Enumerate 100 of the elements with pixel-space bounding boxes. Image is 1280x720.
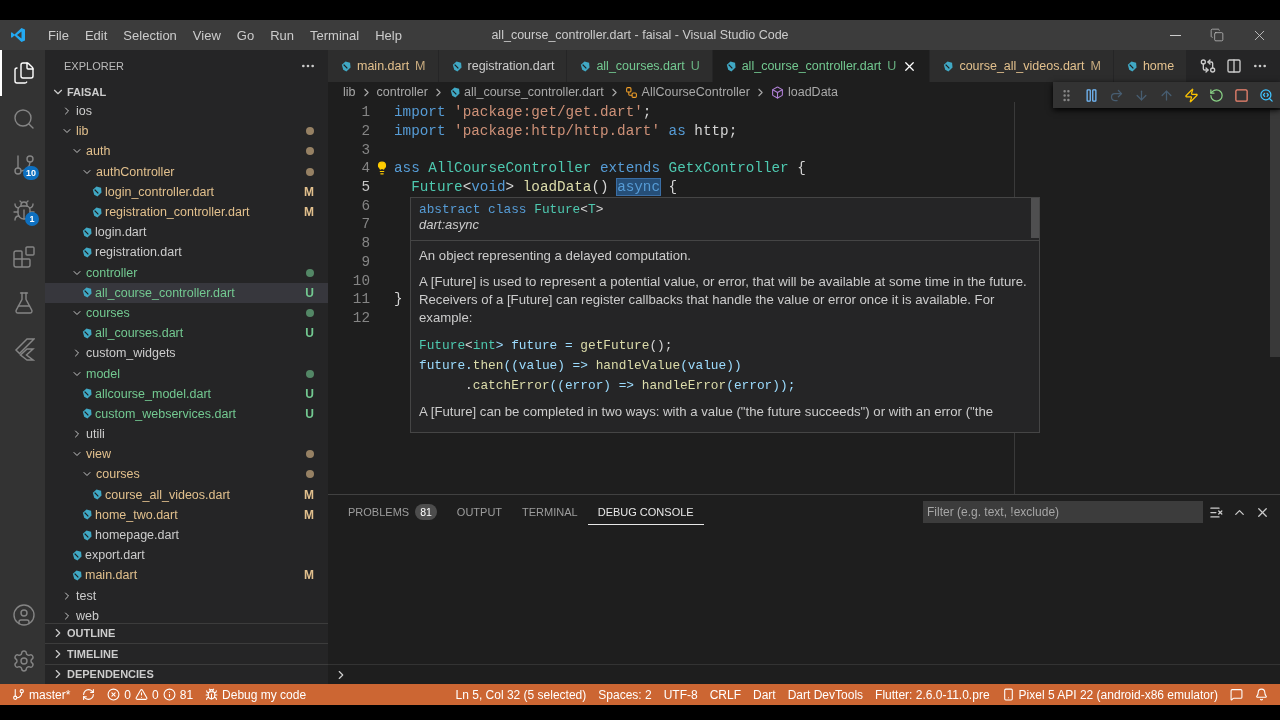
source-control-button[interactable]: 10	[0, 142, 45, 188]
minimize-icon	[1169, 34, 1181, 36]
editor-tab[interactable]: all_course_controller.dart U	[712, 50, 931, 82]
tree-item[interactable]: all_courses.dart U	[45, 323, 328, 344]
device-status[interactable]: Pixel 5 API 22 (android-x86 emulator)	[995, 687, 1224, 702]
restore-icon	[1210, 28, 1224, 42]
editor-tab[interactable]: course_all_videos.dart M	[930, 50, 1114, 82]
section-header[interactable]: DEPENDENCIES	[67, 668, 154, 681]
line-number: 6	[360, 197, 370, 214]
file-name: allcourse_model.dart	[95, 386, 212, 401]
menu-item[interactable]: View	[184, 27, 229, 43]
file-name: login.dart	[95, 225, 147, 240]
count-badge: 1	[25, 212, 39, 226]
status-item[interactable]: CRLF	[703, 687, 747, 702]
tree-item[interactable]: custom_widgets	[45, 343, 328, 364]
tree-item[interactable]: all_course_controller.dart U	[45, 282, 328, 303]
tree-item[interactable]: login.dart	[45, 222, 328, 243]
status-item[interactable]: Ln 5, Col 32 (5 selected)	[449, 687, 593, 702]
code-example-line: .catchError((error) => handleError(error));	[464, 377, 796, 393]
dart-file-icon	[340, 60, 351, 72]
tree-item[interactable]: model	[45, 363, 328, 384]
menu-item[interactable]: Selection	[115, 27, 185, 43]
split-editor-icon[interactable]	[1226, 58, 1242, 74]
tree-item[interactable]: registration.dart	[45, 242, 328, 263]
tree-item[interactable]: auth	[45, 141, 328, 162]
menu-item[interactable]: Terminal	[302, 27, 368, 43]
dart-file-icon	[71, 549, 82, 561]
status-item[interactable]: Dart	[747, 687, 782, 702]
tree-item[interactable]: custom_webservices.dart U	[45, 403, 328, 424]
section-header[interactable]: OUTLINE	[67, 627, 116, 640]
dart-file-icon	[91, 186, 102, 198]
tree-item[interactable]: courses	[45, 302, 328, 324]
dart-file-icon	[579, 60, 591, 72]
library-name: dart:async	[419, 217, 479, 232]
tree-item[interactable]: export.dart	[45, 545, 328, 566]
line-number: 1	[360, 104, 370, 121]
tree-item[interactable]: controller	[45, 262, 328, 283]
tree-item[interactable]: main.dart M	[45, 565, 328, 586]
branch-status[interactable]: master*	[6, 687, 77, 702]
breadcrumb[interactable]: AllCourseController	[641, 85, 750, 99]
tree-item[interactable]: courses	[45, 464, 328, 485]
scrollbar-thumb[interactable]	[1270, 110, 1280, 357]
scrollbar-thumb[interactable]	[1031, 198, 1039, 238]
folder-name: lib	[76, 124, 89, 139]
workspace-folder[interactable]: FAISAL	[67, 85, 107, 98]
breadcrumb[interactable]: all_course_controller.dart	[463, 85, 604, 99]
menu-item[interactable]: Help	[367, 27, 410, 43]
tree-item[interactable]: view	[45, 444, 328, 465]
folder-name: authController	[96, 164, 175, 179]
clear-console-icon[interactable]	[1209, 504, 1224, 520]
menu-item[interactable]: File	[40, 27, 77, 43]
editor-tab[interactable]: home	[1113, 50, 1188, 82]
status-item[interactable]: UTF-8	[657, 687, 704, 702]
tree-item[interactable]: authController	[45, 161, 328, 182]
tree-item[interactable]: home_two.dart M	[45, 504, 328, 525]
status-item[interactable]: Dart DevTools	[781, 687, 870, 702]
editor-tab[interactable]: main.dart M	[328, 50, 439, 82]
code-line: import 'package:get/get.dart';	[394, 104, 652, 121]
editor-tab[interactable]: all_courses.dart U	[567, 50, 713, 82]
filter-field[interactable]: Filter (e.g. text, !exclude)	[923, 501, 1203, 523]
menu-item[interactable]: Go	[228, 27, 263, 43]
doc-paragraph: A [Future] is used to represent a potential value, or error, that will be available at some time in the future. Receivers of a [Future] can register callbacks that handle the value or error once it is available. For example:	[419, 273, 1028, 327]
tree-item[interactable]: allcourse_model.dart U	[45, 383, 328, 404]
problems-status[interactable]: 0 0 81	[101, 687, 200, 702]
tree-item[interactable]: homepage.dart	[45, 524, 328, 546]
status-item[interactable]: Flutter: 2.6.0-11.0.pre	[869, 687, 996, 702]
panel-tab[interactable]: TERMINAL	[512, 499, 588, 525]
menu-item[interactable]: Run	[262, 27, 302, 43]
status-item[interactable]: Spaces: 2	[592, 687, 658, 702]
tree-item[interactable]: lib	[45, 121, 328, 142]
tree-item[interactable]: test	[45, 585, 328, 606]
git-status: M	[304, 568, 314, 583]
tree-item[interactable]: web	[45, 605, 328, 623]
panel-tab[interactable]: PROBLEMS 81	[338, 499, 447, 525]
folder-name: web	[76, 608, 99, 623]
lightbulb-icon[interactable]	[375, 161, 389, 176]
run-debug-button[interactable]: 1	[0, 188, 45, 234]
file-name: registration_controller.dart	[105, 205, 250, 220]
file-name: registration.dart	[95, 245, 182, 260]
panel-tab[interactable]: DEBUG CONSOLE	[587, 499, 704, 525]
folder-name: courses	[86, 305, 130, 320]
dart-file-icon	[81, 388, 92, 400]
editor-tab[interactable]: registration.dart	[438, 50, 568, 82]
tree-item[interactable]: ios	[45, 101, 328, 122]
git-status: U	[305, 285, 314, 300]
tree-item[interactable]: registration_controller.dart M	[45, 201, 328, 223]
breadcrumb[interactable]: controller	[376, 85, 428, 99]
breadcrumb[interactable]: loadData	[788, 85, 839, 99]
line-number: 8	[360, 235, 370, 252]
folder-name: custom_widgets	[86, 346, 176, 361]
menu-item[interactable]: Edit	[76, 27, 116, 43]
section-header[interactable]: TIMELINE	[67, 647, 119, 660]
debug-status[interactable]: Debug my code	[199, 687, 313, 702]
tree-item[interactable]: course_all_videos.dart M	[45, 484, 328, 505]
panel-tab[interactable]: OUTPUT	[446, 499, 513, 525]
compare-icon[interactable]	[1200, 58, 1216, 74]
breadcrumb[interactable]: lib	[343, 85, 356, 99]
tree-item[interactable]: login_controller.dart M	[45, 181, 328, 202]
tree-item[interactable]: utili	[45, 424, 328, 445]
method-icon	[771, 85, 784, 99]
